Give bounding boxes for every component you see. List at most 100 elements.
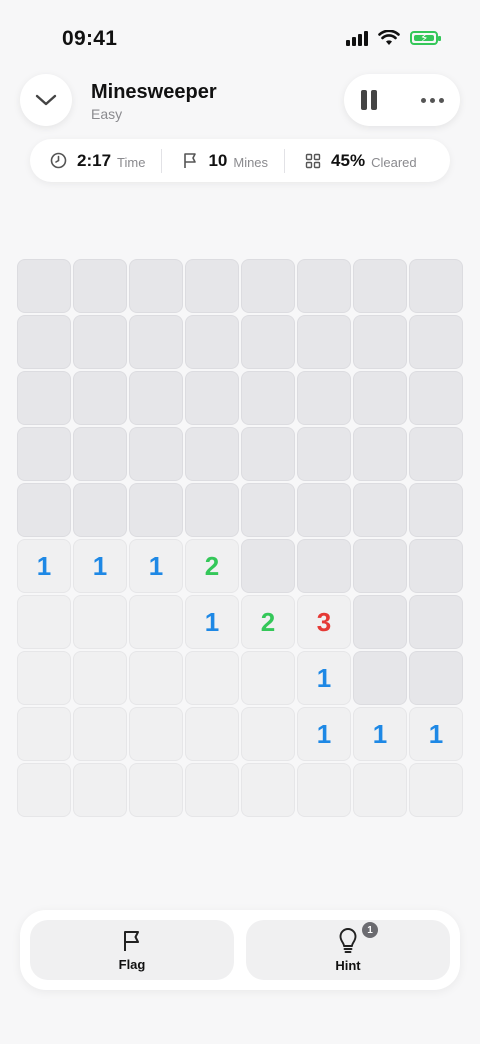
board-cell[interactable] bbox=[185, 483, 239, 537]
board-cell: 1 bbox=[129, 539, 183, 593]
flag-label: Flag bbox=[118, 956, 146, 972]
board-cell[interactable] bbox=[129, 371, 183, 425]
board-cell[interactable] bbox=[297, 371, 351, 425]
board-cell[interactable] bbox=[353, 315, 407, 369]
board-cell[interactable] bbox=[17, 315, 71, 369]
board-cell bbox=[241, 651, 295, 705]
board-cell[interactable] bbox=[129, 259, 183, 313]
board-cell[interactable] bbox=[185, 315, 239, 369]
board-cell[interactable] bbox=[353, 539, 407, 593]
game-board: 11121231111 bbox=[17, 259, 463, 817]
lightbulb-icon bbox=[339, 927, 357, 953]
board-cell[interactable] bbox=[129, 483, 183, 537]
board-cell[interactable] bbox=[241, 427, 295, 481]
board-cell: 1 bbox=[409, 707, 463, 761]
flag-icon bbox=[124, 930, 139, 951]
board-cell: 1 bbox=[297, 651, 351, 705]
board-cell bbox=[17, 651, 71, 705]
grid-icon bbox=[305, 153, 321, 168]
board-cell[interactable] bbox=[241, 315, 295, 369]
cleared-label: Cleared bbox=[371, 154, 417, 170]
cleared-stat: 45% Cleared bbox=[285, 139, 417, 182]
board-cell[interactable] bbox=[409, 651, 463, 705]
hint-count-badge: 1 bbox=[362, 922, 378, 938]
board-cell[interactable] bbox=[73, 427, 127, 481]
board-cell: 2 bbox=[241, 595, 295, 649]
board-cell bbox=[129, 707, 183, 761]
board-cell[interactable] bbox=[297, 483, 351, 537]
board-cell[interactable] bbox=[353, 483, 407, 537]
board-cell[interactable] bbox=[409, 539, 463, 593]
time-value: 2:17 bbox=[77, 150, 112, 170]
difficulty-label: Easy bbox=[91, 106, 123, 122]
board-cell[interactable] bbox=[297, 539, 351, 593]
board-cell[interactable] bbox=[409, 371, 463, 425]
status-time: 09:41 bbox=[62, 27, 118, 50]
board-cell bbox=[17, 707, 71, 761]
board-cell[interactable] bbox=[73, 371, 127, 425]
board-cell[interactable] bbox=[297, 427, 351, 481]
board-cell bbox=[73, 595, 127, 649]
board-cell[interactable] bbox=[241, 483, 295, 537]
board-cell[interactable] bbox=[409, 427, 463, 481]
board-cell[interactable] bbox=[353, 427, 407, 481]
board-cell bbox=[185, 763, 239, 817]
flag-button[interactable]: Flag bbox=[30, 920, 234, 980]
board-cell[interactable] bbox=[409, 259, 463, 313]
board-cell[interactable] bbox=[297, 259, 351, 313]
board-cell bbox=[73, 651, 127, 705]
board-cell[interactable] bbox=[129, 427, 183, 481]
board-cell: 1 bbox=[17, 539, 71, 593]
board-cell bbox=[129, 763, 183, 817]
board-cell bbox=[73, 763, 127, 817]
mines-stat: 10 Mines bbox=[162, 139, 268, 182]
board-cell[interactable] bbox=[73, 259, 127, 313]
mines-value: 10 bbox=[208, 150, 228, 170]
board-cell[interactable] bbox=[241, 539, 295, 593]
board-cell[interactable] bbox=[185, 259, 239, 313]
more-button[interactable] bbox=[421, 98, 444, 103]
board-cell[interactable] bbox=[409, 595, 463, 649]
board-cell[interactable] bbox=[241, 259, 295, 313]
collapse-button[interactable] bbox=[20, 74, 72, 126]
board-cell[interactable] bbox=[73, 315, 127, 369]
header-actions bbox=[344, 74, 460, 126]
hint-label: Hint bbox=[335, 957, 361, 973]
board-cell[interactable] bbox=[297, 315, 351, 369]
board-cell[interactable] bbox=[129, 315, 183, 369]
board-cell bbox=[353, 763, 407, 817]
time-label: Time bbox=[117, 154, 146, 170]
pause-icon bbox=[361, 90, 367, 110]
mines-label: Mines bbox=[233, 154, 269, 170]
board-cell[interactable] bbox=[353, 259, 407, 313]
board-cell[interactable] bbox=[409, 315, 463, 369]
board-cell: 2 bbox=[185, 539, 239, 593]
board-cell[interactable] bbox=[17, 427, 71, 481]
more-icon bbox=[421, 98, 426, 103]
board-cell[interactable] bbox=[17, 371, 71, 425]
board-cell[interactable] bbox=[185, 371, 239, 425]
board-cell bbox=[17, 763, 71, 817]
board-cell bbox=[185, 707, 239, 761]
action-bar: Flag Hint 1 bbox=[20, 910, 460, 990]
signal-icon bbox=[346, 30, 368, 46]
board-cell: 1 bbox=[297, 707, 351, 761]
hint-button[interactable]: Hint 1 bbox=[246, 920, 450, 980]
board-cell: 1 bbox=[185, 595, 239, 649]
board-cell[interactable] bbox=[17, 483, 71, 537]
game-title: Minesweeper bbox=[91, 81, 217, 103]
board-cell[interactable] bbox=[241, 371, 295, 425]
board-cell[interactable] bbox=[73, 483, 127, 537]
board-cell[interactable] bbox=[353, 595, 407, 649]
pause-button[interactable] bbox=[361, 90, 377, 110]
board-cell: 3 bbox=[297, 595, 351, 649]
board-cell[interactable] bbox=[409, 483, 463, 537]
board-cell[interactable] bbox=[353, 651, 407, 705]
board-cell bbox=[409, 763, 463, 817]
board-cell bbox=[17, 595, 71, 649]
chevron-down-icon bbox=[35, 94, 57, 106]
flag-outline-icon bbox=[184, 153, 197, 168]
board-cell[interactable] bbox=[17, 259, 71, 313]
board-cell[interactable] bbox=[185, 427, 239, 481]
board-cell[interactable] bbox=[353, 371, 407, 425]
